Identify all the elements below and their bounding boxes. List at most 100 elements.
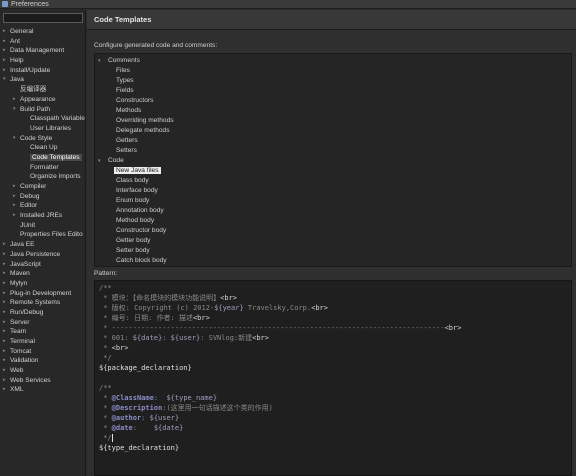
sidebar-item[interactable]: ▸ Help bbox=[0, 56, 86, 66]
sidebar-item[interactable]: ▸ Remote Systems bbox=[0, 298, 86, 308]
template-item[interactable]: Interface body bbox=[95, 186, 158, 196]
sidebar-item[interactable]: ▸ Editor bbox=[0, 201, 86, 211]
expand-icon[interactable]: ▸ bbox=[3, 289, 6, 299]
collapse-icon[interactable]: ▾ bbox=[13, 134, 16, 144]
sidebar-item[interactable]: ▸ Web Services bbox=[0, 376, 86, 386]
expand-icon[interactable]: ▸ bbox=[3, 27, 6, 37]
template-group[interactable]: ▾ Comments bbox=[95, 56, 140, 66]
template-item[interactable]: Catch block body bbox=[95, 256, 167, 266]
template-item[interactable]: Delegate methods bbox=[95, 126, 170, 136]
expand-icon[interactable]: ▸ bbox=[13, 95, 16, 105]
sidebar-item[interactable]: User Libraries bbox=[0, 124, 86, 134]
template-item[interactable]: Constructors bbox=[95, 96, 153, 106]
template-item[interactable]: Method body bbox=[95, 216, 154, 226]
template-item[interactable]: Getter body bbox=[95, 236, 150, 246]
template-item[interactable]: Setters bbox=[95, 146, 137, 156]
expand-icon[interactable]: ▸ bbox=[3, 46, 6, 56]
sidebar-item[interactable]: ▸ Plug-in Development bbox=[0, 289, 86, 299]
template-item[interactable]: Files bbox=[95, 66, 130, 76]
expand-icon[interactable]: ▸ bbox=[3, 356, 6, 366]
sidebar-item[interactable]: ▸ Web bbox=[0, 366, 86, 376]
template-item[interactable]: Fields bbox=[95, 86, 134, 96]
expand-icon[interactable]: ▸ bbox=[3, 347, 6, 357]
expand-icon[interactable]: ▸ bbox=[3, 240, 6, 250]
sidebar-item[interactable]: ▸ Data Management bbox=[0, 46, 86, 56]
sidebar-item[interactable]: ▸ Server bbox=[0, 318, 86, 328]
expand-icon[interactable]: ▸ bbox=[3, 376, 6, 386]
code-line: * @Description:(这里用一句话描述这个类的作用) bbox=[99, 403, 273, 413]
sidebar-item[interactable]: ▸ Tomcat bbox=[0, 347, 86, 357]
sidebar-item[interactable]: ▸ Team bbox=[0, 327, 86, 337]
sidebar-item[interactable]: ▸ Java Persistence bbox=[0, 250, 86, 260]
collapse-icon[interactable]: ▾ bbox=[98, 56, 101, 66]
template-item[interactable]: Setter body bbox=[95, 246, 150, 256]
sidebar-item[interactable]: ▾ Code Style bbox=[0, 134, 86, 144]
sidebar-item[interactable]: ▸ Debug bbox=[0, 192, 86, 202]
sidebar-item[interactable]: Clean Up bbox=[0, 143, 86, 153]
template-label: Annotation body bbox=[116, 207, 164, 214]
sidebar-item[interactable]: Organize Imports bbox=[0, 172, 86, 182]
sidebar-item[interactable]: Classpath Variable bbox=[0, 114, 86, 124]
expand-icon[interactable]: ▸ bbox=[3, 279, 6, 289]
expand-icon[interactable]: ▸ bbox=[3, 250, 6, 260]
sidebar-item[interactable]: Formatter bbox=[0, 163, 86, 173]
collapse-icon[interactable]: ▾ bbox=[3, 75, 6, 85]
sidebar-item[interactable]: ▸ Maven bbox=[0, 269, 86, 279]
collapse-icon[interactable]: ▾ bbox=[13, 105, 16, 115]
sidebar-item[interactable]: ▸ Appearance bbox=[0, 95, 86, 105]
template-group[interactable]: ▾ Code bbox=[95, 156, 124, 166]
template-item[interactable]: Types bbox=[95, 76, 134, 86]
sidebar-item[interactable]: ▸ Java EE bbox=[0, 240, 86, 250]
sidebar-item[interactable]: ▸ Installed JREs bbox=[0, 211, 86, 221]
template-item[interactable]: Methods bbox=[95, 106, 141, 116]
sidebar-item[interactable]: ▸ XML bbox=[0, 385, 86, 395]
expand-icon[interactable]: ▸ bbox=[3, 385, 6, 395]
code-token: */ bbox=[99, 354, 112, 362]
template-item[interactable]: Enum body bbox=[95, 196, 149, 206]
sidebar-item[interactable]: ▸ Compiler bbox=[0, 182, 86, 192]
code-token: /** bbox=[99, 384, 112, 392]
sidebar-item[interactable]: Code Templates bbox=[0, 153, 86, 163]
pattern-editor[interactable]: /** * 模块：【命名模块的模块功能说明】<br> * 版权: Copyrig… bbox=[94, 280, 572, 476]
expand-icon[interactable]: ▸ bbox=[3, 260, 6, 270]
sidebar-item[interactable]: ▸ Terminal bbox=[0, 337, 86, 347]
expand-icon[interactable]: ▸ bbox=[3, 318, 6, 328]
sidebar-item[interactable]: ▸ Run/Debug bbox=[0, 308, 86, 318]
expand-icon[interactable]: ▸ bbox=[13, 182, 16, 192]
expand-icon[interactable]: ▸ bbox=[3, 37, 6, 47]
filter-input[interactable] bbox=[3, 13, 83, 23]
template-item[interactable]: Overriding methods bbox=[95, 116, 174, 126]
expand-icon[interactable]: ▸ bbox=[13, 211, 16, 221]
template-item[interactable]: Annotation body bbox=[95, 206, 164, 216]
sidebar-item[interactable]: ▸ Install/Update bbox=[0, 66, 86, 76]
template-tree[interactable]: ▾ Comments Files Types Fields Constructors Met… bbox=[94, 53, 572, 267]
sidebar-item[interactable]: ▸ General bbox=[0, 27, 86, 37]
expand-icon[interactable]: ▸ bbox=[3, 327, 6, 337]
template-item[interactable]: Class body bbox=[95, 176, 149, 186]
code-token: : bbox=[153, 394, 167, 402]
code-token: * --------------------------------------… bbox=[99, 324, 445, 332]
expand-icon[interactable]: ▸ bbox=[3, 66, 6, 76]
template-item[interactable]: Constructor body bbox=[95, 226, 166, 236]
sidebar-item[interactable]: ▾ Build Path bbox=[0, 105, 86, 115]
sidebar-item[interactable]: ▸ Ant bbox=[0, 37, 86, 47]
template-item[interactable]: Getters bbox=[95, 136, 138, 146]
expand-icon[interactable]: ▸ bbox=[3, 308, 6, 318]
template-item[interactable]: New Java files bbox=[95, 166, 161, 176]
sidebar-item[interactable]: Properties Files Edito bbox=[0, 230, 86, 240]
code-token: @ClassName bbox=[111, 394, 154, 402]
sidebar-item[interactable]: ▾ Java bbox=[0, 75, 86, 85]
sidebar-item[interactable]: ▸ Mylyn bbox=[0, 279, 86, 289]
expand-icon[interactable]: ▸ bbox=[3, 366, 6, 376]
collapse-icon[interactable]: ▾ bbox=[98, 156, 101, 166]
expand-icon[interactable]: ▸ bbox=[3, 269, 6, 279]
expand-icon[interactable]: ▸ bbox=[3, 337, 6, 347]
expand-icon[interactable]: ▸ bbox=[3, 298, 6, 308]
expand-icon[interactable]: ▸ bbox=[13, 201, 16, 211]
sidebar-item[interactable]: ▸ JavaScript bbox=[0, 260, 86, 270]
expand-icon[interactable]: ▸ bbox=[13, 192, 16, 202]
sidebar-item[interactable]: JUnit bbox=[0, 221, 86, 231]
expand-icon[interactable]: ▸ bbox=[3, 56, 6, 66]
sidebar-item[interactable]: 反编译器 bbox=[0, 85, 86, 95]
sidebar-item[interactable]: ▸ Validation bbox=[0, 356, 86, 366]
